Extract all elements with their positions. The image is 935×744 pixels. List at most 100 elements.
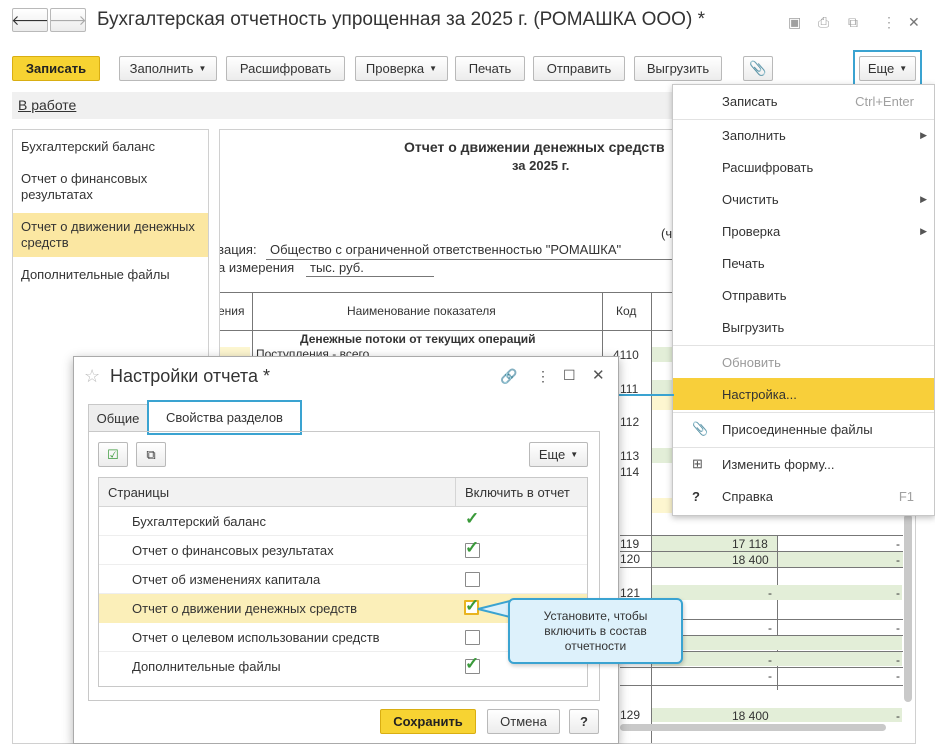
save-button[interactable]: Записать [12, 56, 100, 81]
include-checkbox[interactable] [465, 572, 480, 587]
menu-item-attached-files[interactable]: 📎 Присоединенные файлы [673, 413, 934, 445]
window-title: Бухгалтерская отчетность упрощенная за 2… [97, 9, 705, 30]
submenu-arrow-icon: ▶ [920, 225, 927, 236]
check-button[interactable]: Проверка ▼ [355, 56, 448, 81]
dash-129: - [896, 709, 900, 723]
close-icon[interactable]: ✕ [908, 14, 920, 31]
report-settings-dialog: ☆ Настройки отчета * 🔗 ⋮ ☐ ✕ Общие Свойс… [73, 356, 619, 744]
fill-button[interactable]: Заполнить ▼ [119, 56, 217, 81]
code-114: 114 [620, 465, 640, 479]
dash-121b: - [896, 586, 900, 600]
menu-item-fill[interactable]: Заполнить ▶ [673, 119, 934, 151]
sidebar-item-cash-flow[interactable]: Отчет о движении денежных средств [13, 213, 208, 257]
unit-label: а измерения [219, 260, 295, 275]
check-all-icon: ☑ [107, 446, 119, 462]
org-value: Общество с ограниченной ответственностью… [270, 242, 622, 257]
menu-label: Печать [722, 255, 765, 271]
menu-label: Настройка... [722, 386, 797, 402]
code-112: 112 [620, 415, 640, 429]
star-icon[interactable]: ☆ [84, 366, 100, 387]
menu-label: Обновить [722, 354, 781, 370]
submenu-arrow-icon: ▶ [920, 129, 927, 140]
kebab-menu-icon[interactable]: ⋮ [882, 14, 896, 31]
dash-119: - [896, 537, 900, 551]
print-button[interactable]: Печать [455, 56, 525, 81]
menu-label: Записать [722, 93, 778, 109]
back-button[interactable]: 🡐 [11, 8, 49, 32]
horizontal-scrollbar[interactable] [620, 724, 886, 731]
maximize-icon[interactable]: ☐ [563, 367, 576, 384]
menu-item-help[interactable]: ? Справка F1 [673, 480, 934, 512]
check-all-button[interactable]: ☑ [98, 442, 128, 467]
col-partial: ения [219, 304, 245, 318]
check-mark-icon[interactable]: ✓ [465, 510, 479, 528]
save-disk-icon[interactable]: ▣ [788, 14, 801, 31]
check-label: Проверка [365, 61, 425, 76]
dash-121a: - [768, 586, 772, 600]
print-icon[interactable]: ⎙ [818, 14, 829, 31]
sidebar-item-financial-results[interactable]: Отчет о финансовых результатах [13, 165, 208, 209]
menu-item-print[interactable]: Печать [673, 247, 934, 279]
more-label: Еще [538, 447, 566, 462]
menu-item-decode[interactable]: Расшифровать [673, 151, 934, 183]
vertical-scrollbar[interactable] [904, 514, 912, 702]
menu-label: Выгрузить [722, 319, 785, 335]
forward-button[interactable]: 🡒 [49, 8, 87, 32]
dialog-help-button[interactable]: ? [569, 709, 599, 734]
dash-120: - [896, 553, 900, 567]
send-button[interactable]: Отправить [533, 56, 625, 81]
tab-general[interactable]: Общие [88, 404, 148, 431]
code-113: 113 [620, 449, 640, 463]
menu-item-check[interactable]: Проверка ▶ [673, 215, 934, 247]
more-dropdown-menu: Записать Ctrl+Enter Заполнить ▶ Расшифрова… [672, 84, 935, 516]
kebab-menu-icon[interactable]: ⋮ [536, 368, 550, 385]
menu-label: Проверка [722, 223, 781, 239]
sidebar-item-balance[interactable]: Бухгалтерский баланс [13, 133, 208, 161]
dialog-more-button[interactable]: Еще ▼ [529, 442, 588, 467]
help-icon: ? [692, 488, 700, 504]
status-link[interactable]: В работе [18, 97, 76, 113]
menu-label: Очистить [722, 191, 779, 207]
unit-value: тыс. руб. [310, 260, 364, 275]
menu-item-save[interactable]: Записать Ctrl+Enter [673, 85, 934, 117]
link-icon[interactable]: 🔗 [500, 368, 517, 385]
report-partial-label: (ч [661, 226, 673, 241]
table-row[interactable]: Отчет об изменениях капитала [99, 565, 587, 594]
dialog-cancel-button[interactable]: Отмена [487, 709, 560, 734]
dropdown-arrow-icon: ▼ [198, 64, 207, 73]
more-button[interactable]: Еще ▼ [859, 56, 916, 81]
sidebar-item-additional-files[interactable]: Дополнительные файлы [13, 261, 208, 289]
menu-item-refresh: Обновить [673, 346, 934, 378]
menu-item-change-form[interactable]: ⊞ Изменить форму... [673, 448, 934, 480]
value-120: 18 400 [732, 553, 769, 567]
preview-icon[interactable]: ⧉ [848, 14, 858, 31]
include-checkbox[interactable] [465, 630, 480, 645]
col-header-pages: Страницы [108, 485, 170, 500]
arrow-left-icon: 🡐 [11, 11, 49, 28]
dash-row-a: - [768, 621, 772, 635]
menu-label: Изменить форму... [722, 456, 835, 472]
paperclip-icon: 📎 [749, 60, 767, 76]
upload-button[interactable]: Выгрузить [634, 56, 722, 81]
menu-item-settings[interactable]: Настройка... [673, 378, 934, 410]
dash-row-b: - [896, 621, 900, 635]
dialog-title: Настройки отчета * [110, 366, 270, 386]
attach-button[interactable]: 📎 [743, 56, 773, 81]
close-icon[interactable]: ✕ [592, 366, 605, 384]
decode-button[interactable]: Расшифровать [226, 56, 345, 81]
table-row[interactable]: Бухгалтерский баланс ✓ [99, 507, 587, 536]
col-name: Наименование показателя [347, 304, 496, 318]
menu-label: Справка [722, 488, 773, 504]
uncheck-all-button[interactable]: ⧉ [136, 442, 166, 467]
menu-item-clear[interactable]: Очистить ▶ [673, 183, 934, 215]
value-119: 17 118 [732, 537, 768, 551]
dialog-save-button[interactable]: Сохранить [380, 709, 476, 734]
dropdown-arrow-icon: ▼ [899, 64, 908, 73]
report-title: Отчет о движении денежных средств [404, 139, 665, 155]
dash-row-e: - [768, 669, 772, 683]
menu-item-upload[interactable]: Выгрузить [673, 311, 934, 343]
copy-icon: ⧉ [146, 446, 156, 462]
report-period: за 2025 г. [512, 158, 570, 173]
menu-item-send[interactable]: Отправить [673, 279, 934, 311]
table-row[interactable]: Отчет о финансовых результатах ✓ [99, 536, 587, 565]
